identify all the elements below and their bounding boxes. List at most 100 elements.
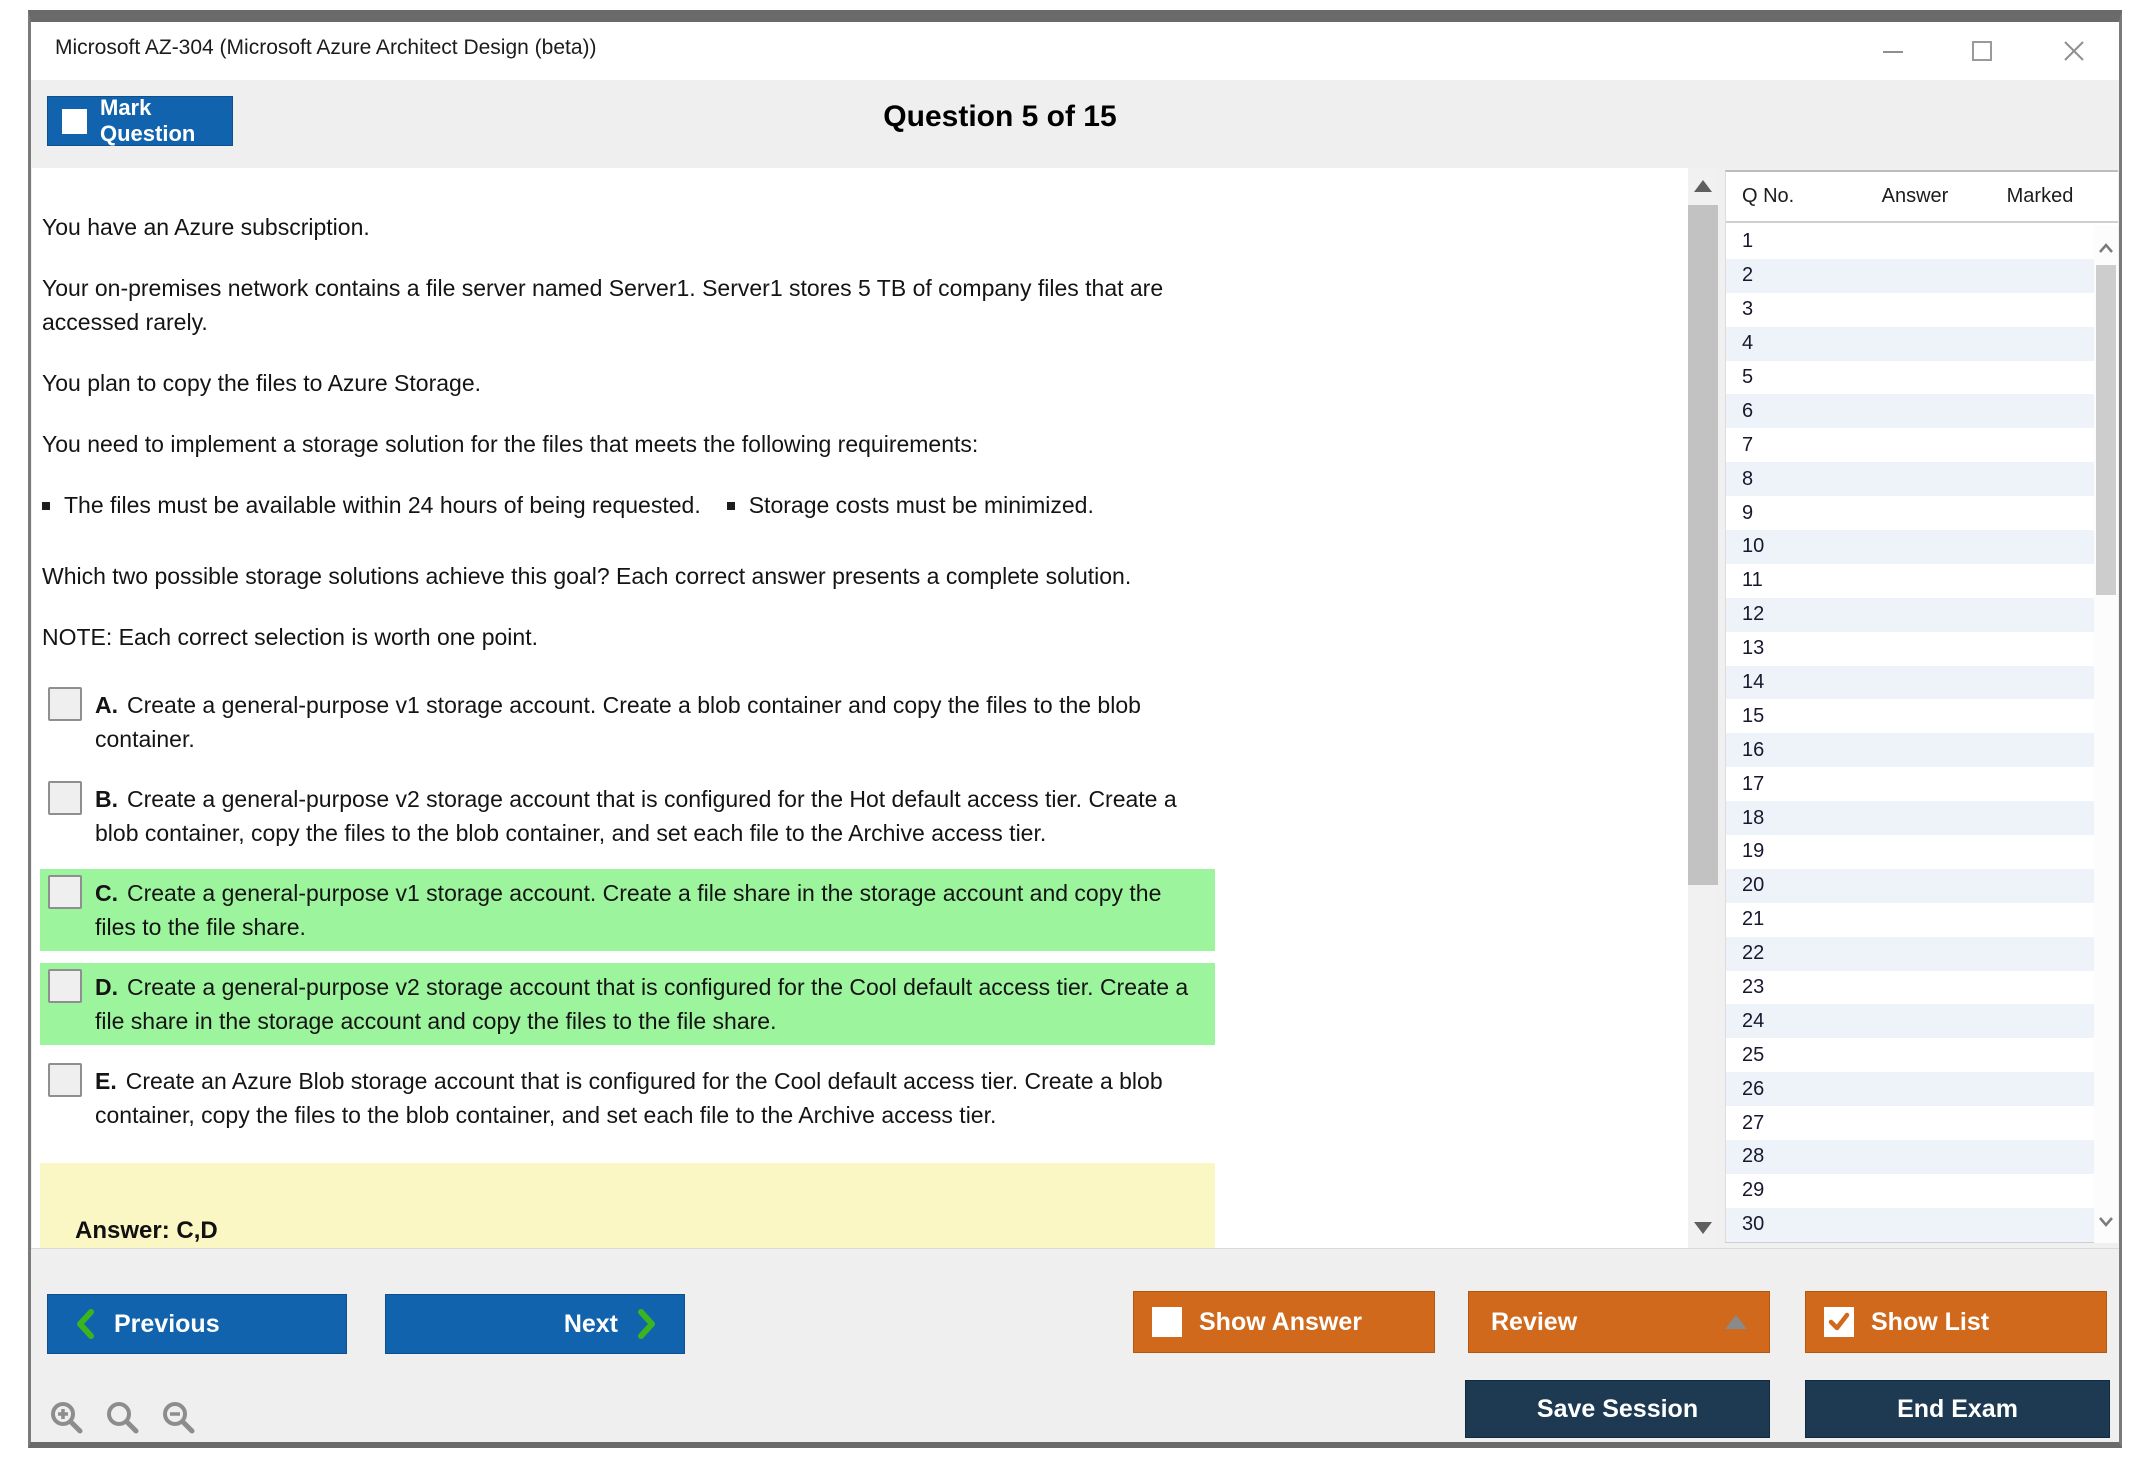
option-text: Create a general-purpose v1 storage acco… bbox=[95, 692, 1141, 752]
qlist-row-number: 9 bbox=[1742, 501, 1754, 524]
qlist-row[interactable]: 7 bbox=[1726, 428, 2095, 463]
close-icon[interactable] bbox=[2057, 34, 2091, 68]
option-row-e[interactable]: E. Create an Azure Blob storage account t… bbox=[40, 1057, 1215, 1139]
question-paragraph: Which two possible storage solutions ach… bbox=[42, 563, 1132, 589]
show-list-label: Show List bbox=[1871, 1307, 1990, 1336]
option-text: Create an Azure Blob storage account tha… bbox=[95, 1068, 1163, 1128]
option-row-b[interactable]: B. Create a general-purpose v2 storage ac… bbox=[40, 775, 1215, 857]
option-e-checkbox[interactable] bbox=[48, 1063, 82, 1097]
review-button[interactable]: Review bbox=[1468, 1291, 1770, 1353]
qlist-row[interactable]: 21 bbox=[1726, 902, 2095, 937]
question-paragraph: NOTE: Each correct selection is worth on… bbox=[42, 624, 538, 650]
column-header-marked: Marked bbox=[2006, 185, 2074, 207]
qlist-row-number: 26 bbox=[1742, 1077, 1765, 1100]
qlist-row-number: 12 bbox=[1742, 603, 1765, 626]
qlist-row[interactable]: 3 bbox=[1726, 292, 2095, 327]
save-session-button[interactable]: Save Session bbox=[1465, 1380, 1770, 1438]
qlist-rows: 1 2 3 4 5 6 7 8 9 10 11 12 13 14 15 16 17 18 19 20 21 22 23 24 2… bbox=[1726, 225, 2095, 1243]
chevron-down-icon[interactable] bbox=[2096, 1211, 2116, 1231]
qlist-row[interactable]: 20 bbox=[1726, 868, 2095, 903]
zoom-tools bbox=[47, 1399, 199, 1439]
option-d-checkbox[interactable] bbox=[48, 969, 82, 1003]
window-title: Microsoft AZ-304 (Microsoft Azure Archit… bbox=[55, 36, 597, 59]
qlist-row[interactable]: 27 bbox=[1726, 1106, 2095, 1141]
show-list-button[interactable]: Show List bbox=[1805, 1291, 2107, 1353]
requirements-line: The files must be available within 24 ho… bbox=[42, 488, 1225, 522]
option-row-a[interactable]: A. Create a general-purpose v1 storage ac… bbox=[40, 681, 1215, 763]
qlist-row[interactable]: 19 bbox=[1726, 835, 2095, 869]
scrollbar-thumb[interactable] bbox=[2096, 265, 2116, 595]
qlist-row[interactable]: 10 bbox=[1726, 530, 2095, 564]
qlist-row[interactable]: 18 bbox=[1726, 801, 2095, 836]
qlist-row[interactable]: 13 bbox=[1726, 631, 2095, 666]
previous-button[interactable]: Previous bbox=[47, 1294, 347, 1354]
scroll-down-arrow-icon[interactable] bbox=[1694, 1222, 1712, 1234]
qlist-row[interactable]: 4 bbox=[1726, 326, 2095, 361]
end-exam-button[interactable]: End Exam bbox=[1805, 1380, 2110, 1438]
qlist-row[interactable]: 17 bbox=[1726, 767, 2095, 802]
minimize-icon[interactable] bbox=[1876, 34, 1910, 68]
scroll-up-arrow-icon[interactable] bbox=[1694, 180, 1712, 192]
qlist-row[interactable]: 9 bbox=[1726, 496, 2095, 531]
qlist-row[interactable]: 2 bbox=[1726, 258, 2095, 293]
option-row-d-correct[interactable]: D. Create a general-purpose v2 storage ac… bbox=[40, 963, 1215, 1045]
content-scrollbar[interactable] bbox=[1688, 168, 1718, 1248]
option-b-checkbox[interactable] bbox=[48, 781, 82, 815]
option-text: Create a general-purpose v2 storage acco… bbox=[95, 786, 1177, 846]
qlist-row[interactable]: 25 bbox=[1726, 1038, 2095, 1073]
qlist-row[interactable]: 28 bbox=[1726, 1140, 2095, 1174]
zoom-out-icon[interactable] bbox=[159, 1399, 199, 1439]
header-strip: Mark Question Question 5 of 15 bbox=[31, 80, 2119, 168]
qlist-row-number: 3 bbox=[1742, 298, 1754, 321]
qlist-row[interactable]: 1 bbox=[1726, 225, 2095, 259]
question-content: You have an Azure subscription. Your on-… bbox=[32, 168, 1688, 1248]
qlist-row-number: 28 bbox=[1742, 1145, 1765, 1168]
next-button[interactable]: Next bbox=[385, 1294, 685, 1354]
qlist-row-number: 14 bbox=[1742, 671, 1765, 694]
qlist-row[interactable]: 30 bbox=[1726, 1207, 2095, 1242]
show-list-checkbox-icon[interactable] bbox=[1824, 1307, 1854, 1337]
end-exam-label: End Exam bbox=[1897, 1394, 2018, 1423]
question-counter: Question 5 of 15 bbox=[883, 100, 1117, 133]
column-header-answer: Answer bbox=[1881, 185, 1949, 207]
zoom-reset-icon[interactable] bbox=[103, 1399, 143, 1439]
qlist-row[interactable]: 8 bbox=[1726, 462, 2095, 497]
title-bar: Microsoft AZ-304 (Microsoft Azure Archit… bbox=[31, 22, 2119, 80]
column-header-qno: Q No. bbox=[1742, 185, 1795, 207]
chevron-right-icon bbox=[638, 1309, 655, 1339]
scrollbar-thumb[interactable] bbox=[1688, 205, 1718, 885]
qlist-row[interactable]: 26 bbox=[1726, 1072, 2095, 1107]
qlist-row[interactable]: 6 bbox=[1726, 394, 2095, 429]
qlist-row[interactable]: 16 bbox=[1726, 733, 2095, 768]
qlist-row[interactable]: 12 bbox=[1726, 597, 2095, 632]
option-letter: C. bbox=[95, 880, 118, 906]
qlist-row[interactable]: 24 bbox=[1726, 1004, 2095, 1039]
option-a-checkbox[interactable] bbox=[48, 687, 82, 721]
qlist-row-number: 16 bbox=[1742, 738, 1765, 761]
qlist-row-number: 30 bbox=[1742, 1213, 1765, 1236]
show-answer-label: Show Answer bbox=[1199, 1307, 1362, 1336]
qlist-row[interactable]: 11 bbox=[1726, 563, 2095, 598]
qlist-row[interactable]: 22 bbox=[1726, 936, 2095, 971]
chevron-up-icon[interactable] bbox=[2096, 239, 2116, 259]
show-answer-button[interactable]: Show Answer bbox=[1133, 1291, 1435, 1353]
qlist-row-number: 29 bbox=[1742, 1179, 1765, 1202]
qlist-row-number: 21 bbox=[1742, 908, 1765, 931]
maximize-icon[interactable] bbox=[1965, 34, 1999, 68]
qlist-row[interactable]: 14 bbox=[1726, 665, 2095, 700]
question-list-scrollbar[interactable] bbox=[2094, 225, 2118, 1243]
option-c-checkbox[interactable] bbox=[48, 875, 82, 909]
show-answer-checkbox-icon[interactable] bbox=[1152, 1307, 1182, 1337]
zoom-in-icon[interactable] bbox=[47, 1399, 87, 1439]
qlist-row-number: 11 bbox=[1742, 569, 1763, 592]
qlist-row-number: 2 bbox=[1742, 264, 1754, 287]
app-window: Microsoft AZ-304 (Microsoft Azure Archit… bbox=[28, 10, 2122, 1448]
option-row-c-correct[interactable]: C. Create a general-purpose v1 storage ac… bbox=[40, 869, 1215, 951]
qlist-row[interactable]: 29 bbox=[1726, 1173, 2095, 1208]
qlist-row[interactable]: 23 bbox=[1726, 970, 2095, 1005]
qlist-row-number: 17 bbox=[1742, 772, 1765, 795]
option-text: Create a general-purpose v2 storage acco… bbox=[95, 974, 1189, 1034]
qlist-row[interactable]: 15 bbox=[1726, 699, 2095, 734]
option-letter: A. bbox=[95, 692, 118, 718]
qlist-row[interactable]: 5 bbox=[1726, 360, 2095, 395]
